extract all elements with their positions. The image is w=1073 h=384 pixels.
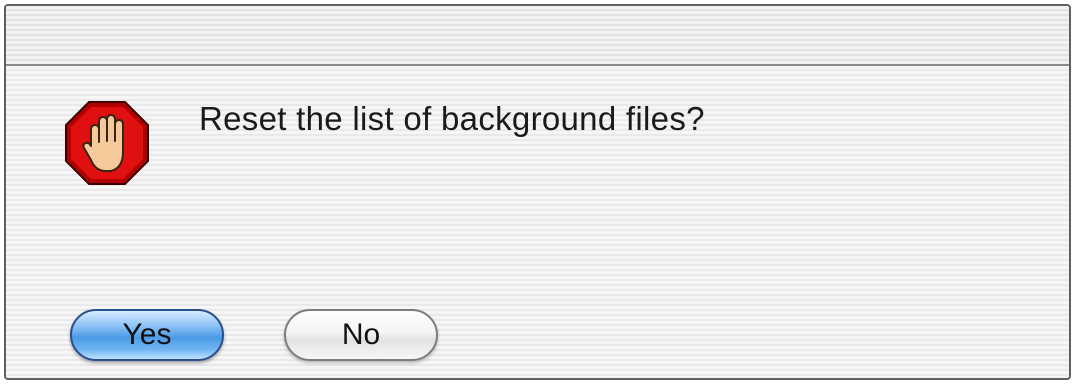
- stop-hand-icon: [64, 100, 150, 186]
- title-bar[interactable]: [6, 6, 1069, 66]
- yes-button[interactable]: Yes: [70, 309, 224, 361]
- no-button[interactable]: No: [284, 309, 438, 361]
- alert-dialog: Reset the list of background files? Yes …: [4, 4, 1071, 380]
- dialog-message: Reset the list of background files?: [199, 100, 705, 137]
